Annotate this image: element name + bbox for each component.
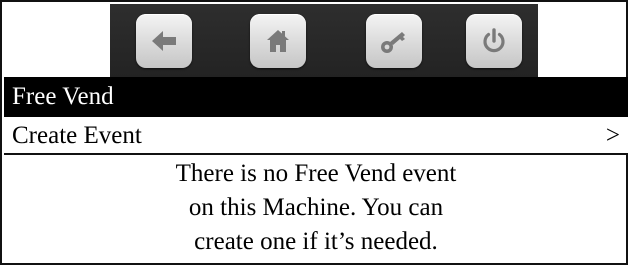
back-button[interactable] [136,14,192,68]
message-line: on this Machine. You can [188,194,444,221]
key-button[interactable] [366,14,422,68]
chevron-right-icon: > [605,122,620,149]
back-arrow-icon [150,29,178,53]
title-bar: Free Vend [4,77,628,117]
power-button[interactable] [466,14,522,68]
power-icon [480,27,508,55]
message-line: There is no Free Vend event [175,160,457,187]
message-line: create one if it’s needed. [194,228,438,255]
create-event-menu-item[interactable]: Create Event > [4,117,628,155]
key-icon [379,27,409,55]
no-event-message: There is no Free Vend event on this Mach… [4,157,628,259]
home-button[interactable] [250,14,306,68]
screen-frame: Free Vend Create Event > There is no Fre… [0,0,628,265]
create-event-label: Create Event [12,122,142,149]
toolbar [110,4,538,77]
home-icon [265,28,291,54]
page-title: Free Vend [12,83,114,110]
